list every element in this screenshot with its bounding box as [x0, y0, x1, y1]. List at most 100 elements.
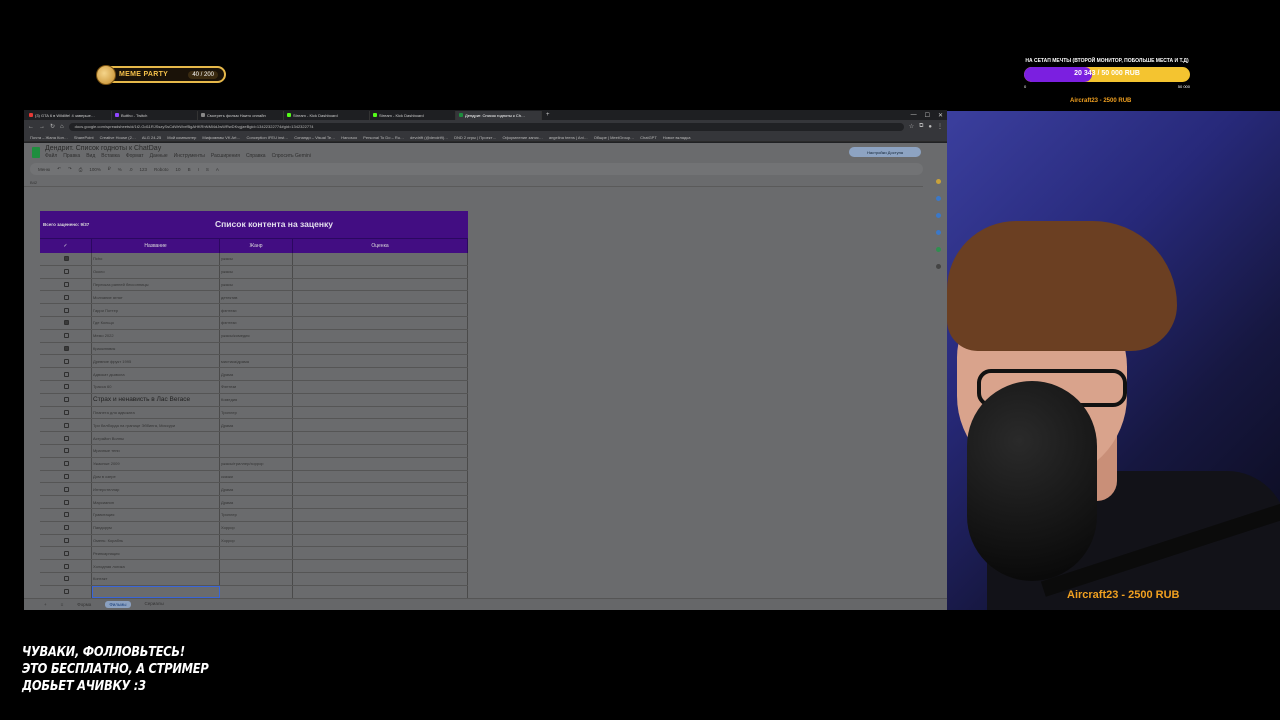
- genre-cell[interactable]: ужасы: [220, 265, 293, 278]
- toolbar-button[interactable]: Roboto: [154, 167, 169, 172]
- check-cell[interactable]: 25: [40, 380, 92, 393]
- name-cell[interactable]: Древние фрукт 1995: [92, 355, 220, 368]
- rating-cell[interactable]: [293, 432, 468, 444]
- name-cell[interactable]: Контакт: [92, 572, 220, 585]
- name-cell[interactable]: Планетa для адвоката: [92, 406, 220, 419]
- name-cell[interactable]: Интерстеллар: [92, 483, 220, 496]
- check-cell[interactable]: 37: [40, 534, 92, 547]
- menu-icon[interactable]: ⋮: [937, 123, 943, 130]
- genre-cell[interactable]: ужасы/триллер/хоррор: [220, 457, 293, 470]
- rating-cell[interactable]: [293, 560, 468, 572]
- row-checkbox[interactable]: [63, 499, 69, 505]
- check-cell[interactable]: 27: [40, 406, 92, 419]
- rating-cell[interactable]: [293, 572, 468, 585]
- check-cell[interactable]: 39: [40, 560, 92, 572]
- bookmark-star-icon[interactable]: ☆: [909, 123, 914, 130]
- name-cell[interactable]: Омень: Корабль: [92, 534, 220, 547]
- rating-cell[interactable]: [293, 585, 468, 598]
- name-cell[interactable]: Молчание ягнят: [92, 291, 220, 304]
- toolbar-button[interactable]: Меню: [38, 167, 50, 172]
- bookmark-item[interactable]: devdrift (@devdrift)…: [410, 135, 448, 140]
- genre-cell[interactable]: Драма: [220, 496, 293, 508]
- bookmark-item[interactable]: Сонанди – Visual Te…: [294, 135, 335, 140]
- menu-item[interactable]: Файл: [45, 153, 57, 159]
- genre-cell[interactable]: ужасы/комедия: [220, 329, 293, 342]
- row-checkbox[interactable]: [63, 307, 69, 313]
- menu-item[interactable]: Правка: [63, 153, 80, 159]
- rating-cell[interactable]: [293, 316, 468, 329]
- genre-cell[interactable]: [220, 585, 293, 598]
- check-cell[interactable]: 34: [40, 496, 92, 508]
- browser-tab[interactable]: Buttho - Twitch: [112, 110, 198, 120]
- url-input[interactable]: docs.google.com/spreadsheets/d/1t2-Gd11R…: [68, 122, 904, 131]
- menu-item[interactable]: Вид: [86, 153, 95, 159]
- check-cell[interactable]: 38: [40, 547, 92, 560]
- row-checkbox[interactable]: [63, 409, 69, 415]
- name-cell[interactable]: Ужасные 2009: [92, 457, 220, 470]
- bookmark-item[interactable]: SharePoint: [74, 135, 94, 140]
- genre-cell[interactable]: Триллер: [220, 508, 293, 521]
- tasks-icon[interactable]: [935, 213, 941, 218]
- toolbar-button[interactable]: ₽: [108, 166, 111, 172]
- check-cell[interactable]: 24: [40, 368, 92, 380]
- rating-cell[interactable]: [293, 278, 468, 291]
- rating-cell[interactable]: [293, 329, 468, 342]
- row-checkbox[interactable]: [63, 397, 69, 403]
- genre-cell[interactable]: ужасы: [220, 253, 293, 265]
- rating-cell[interactable]: [293, 342, 468, 355]
- browser-tab[interactable]: Дендрит. Список годноты к Ch…: [456, 110, 542, 120]
- genre-cell[interactable]: Драма: [220, 368, 293, 380]
- name-cell[interactable]: Околo: [92, 265, 220, 278]
- name-cell[interactable]: Страх и ненависть в Лас Вегасе: [92, 393, 220, 406]
- menu-item[interactable]: Формат: [126, 153, 144, 159]
- genre-cell[interactable]: [220, 547, 293, 560]
- row-checkbox[interactable]: [63, 281, 69, 287]
- menu-item[interactable]: Расширения: [211, 153, 240, 159]
- menu-item[interactable]: Данные: [150, 153, 168, 159]
- row-checkbox[interactable]: [63, 448, 69, 454]
- genre-cell[interactable]: Хоррор: [220, 534, 293, 547]
- genre-cell[interactable]: [220, 560, 293, 572]
- row-checkbox[interactable]: [63, 576, 69, 582]
- extensions-icon[interactable]: ⧉: [919, 123, 923, 130]
- menu-item[interactable]: Вставка: [101, 153, 120, 159]
- check-cell[interactable]: 28: [40, 419, 92, 432]
- minimize-icon[interactable]: —: [911, 112, 917, 119]
- toolbar-button[interactable]: .0: [129, 167, 133, 172]
- genre-cell[interactable]: Хоррор: [220, 521, 293, 534]
- check-cell[interactable]: 40: [40, 572, 92, 585]
- rating-cell[interactable]: [293, 253, 468, 265]
- rating-cell[interactable]: [293, 444, 468, 457]
- check-cell[interactable]: 31: [40, 457, 92, 470]
- bookmark-item[interactable]: ALG 24-25: [142, 135, 161, 140]
- toolbar-button[interactable]: 100%: [89, 167, 101, 172]
- genre-cell[interactable]: [220, 444, 293, 457]
- genre-cell[interactable]: Триллер: [220, 406, 293, 419]
- menu-item[interactable]: Инструменты: [174, 153, 205, 159]
- row-checkbox[interactable]: [63, 422, 69, 428]
- check-cell[interactable]: 22: [40, 342, 92, 355]
- toolbar-button[interactable]: ↷: [68, 166, 72, 172]
- row-checkbox[interactable]: [63, 333, 69, 339]
- toolbar-button[interactable]: B: [188, 167, 191, 172]
- reload-icon[interactable]: ↻: [50, 123, 55, 130]
- row-checkbox[interactable]: [63, 371, 69, 377]
- row-checkbox[interactable]: [63, 358, 69, 364]
- row-checkbox[interactable]: [63, 563, 69, 569]
- name-cell[interactable]: Гравитация: [92, 508, 220, 521]
- cell-reference[interactable]: B42: [24, 178, 923, 187]
- genre-cell[interactable]: [220, 342, 293, 355]
- genre-cell[interactable]: Фэнтези: [220, 380, 293, 393]
- bookmark-item[interactable]: Новое вкладка: [663, 135, 691, 140]
- sheets-logo-icon[interactable]: [32, 146, 40, 158]
- name-cell[interactable]: Мемо 2022: [92, 329, 220, 342]
- toolbar-button[interactable]: 10: [176, 167, 181, 172]
- genre-cell[interactable]: детектив: [220, 291, 293, 304]
- row-checkbox[interactable]: [63, 473, 69, 479]
- check-cell[interactable]: 17: [40, 278, 92, 291]
- rating-cell[interactable]: [293, 419, 468, 432]
- menu-item[interactable]: Справка: [246, 153, 266, 159]
- rating-cell[interactable]: [293, 304, 468, 316]
- all-sheets-icon[interactable]: ≡: [61, 602, 64, 607]
- name-cell[interactable]: Пересказ ранней бессонницы: [92, 278, 220, 291]
